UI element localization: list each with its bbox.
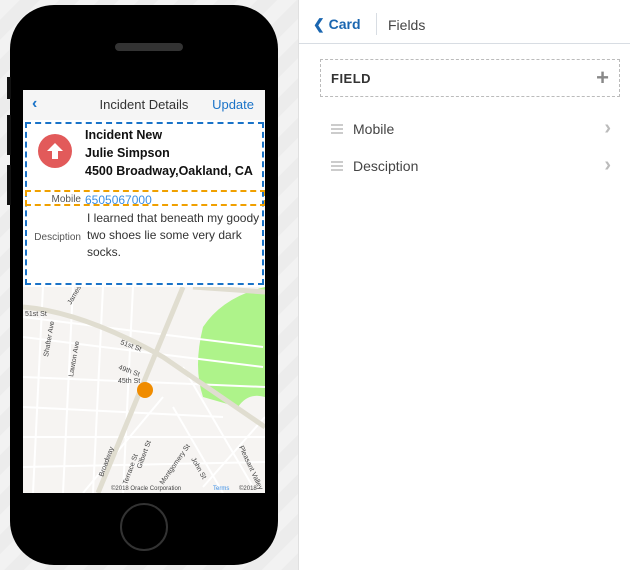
back-to-card-button[interactable]: ❮ Card (313, 16, 361, 33)
arrow-up-icon (38, 134, 72, 168)
incident-card[interactable]: Incident New Julie Simpson 4500 Broadway… (25, 122, 265, 285)
incident-status: Incident New (85, 128, 163, 142)
field-item-mobile[interactable]: Mobile › (329, 117, 619, 143)
fields-panel: ❮ Card Fields FIELD + Mobile › Desciptio… (298, 0, 630, 570)
update-button[interactable]: Update (212, 97, 254, 112)
field-drop-zone[interactable]: FIELD + (320, 59, 620, 97)
back-label: Card (328, 16, 361, 32)
mobile-value[interactable]: 6505067000 (85, 193, 152, 207)
preview-area: ‹ Incident Details Update Incident New J… (0, 0, 298, 570)
mobile-label: Mobile (51, 194, 81, 205)
phone-screen: ‹ Incident Details Update Incident New J… (23, 90, 265, 493)
phone-speaker (115, 43, 183, 51)
map-graphic: James 51st St 51st St Shafter Ave Lawton… (23, 284, 265, 493)
description-value: I learned that beneath my goody two shoe… (87, 211, 260, 259)
street-label: 45th St (118, 378, 140, 385)
panel-title: Fields (388, 17, 426, 33)
plus-icon[interactable]: + (596, 65, 609, 91)
home-button[interactable] (120, 503, 168, 551)
description-label: Desciption (34, 232, 81, 243)
map-copyright-2: ©2018 (239, 485, 257, 492)
field-item-label: Mobile (353, 121, 395, 137)
street-label: 51st St (25, 311, 47, 318)
screen-header: ‹ Incident Details Update (23, 90, 265, 120)
chevron-right-icon[interactable]: › (604, 117, 611, 140)
map[interactable]: James 51st St 51st St Shafter Ave Lawton… (23, 284, 265, 493)
location-marker[interactable] (137, 382, 153, 398)
field-item-label: Desciption (353, 158, 419, 174)
drag-handle-icon[interactable] (331, 124, 343, 136)
field-header: FIELD (331, 71, 372, 86)
map-terms-link[interactable]: Terms (213, 486, 229, 492)
divider (376, 13, 377, 35)
incident-name: Julie Simpson (85, 146, 170, 160)
mobile-field[interactable]: Mobile 6505067000 (25, 190, 265, 207)
field-item-description[interactable]: Desciption › (329, 154, 619, 180)
street-label: James (67, 287, 84, 306)
drag-handle-icon[interactable] (331, 161, 343, 173)
map-copyright: ©2018 Oracle Corporation (111, 485, 181, 492)
panel-header: ❮ Card Fields (299, 0, 630, 44)
incident-address: 4500 Broadway,Oakland, CA (85, 164, 253, 178)
chevron-right-icon[interactable]: › (604, 154, 611, 177)
